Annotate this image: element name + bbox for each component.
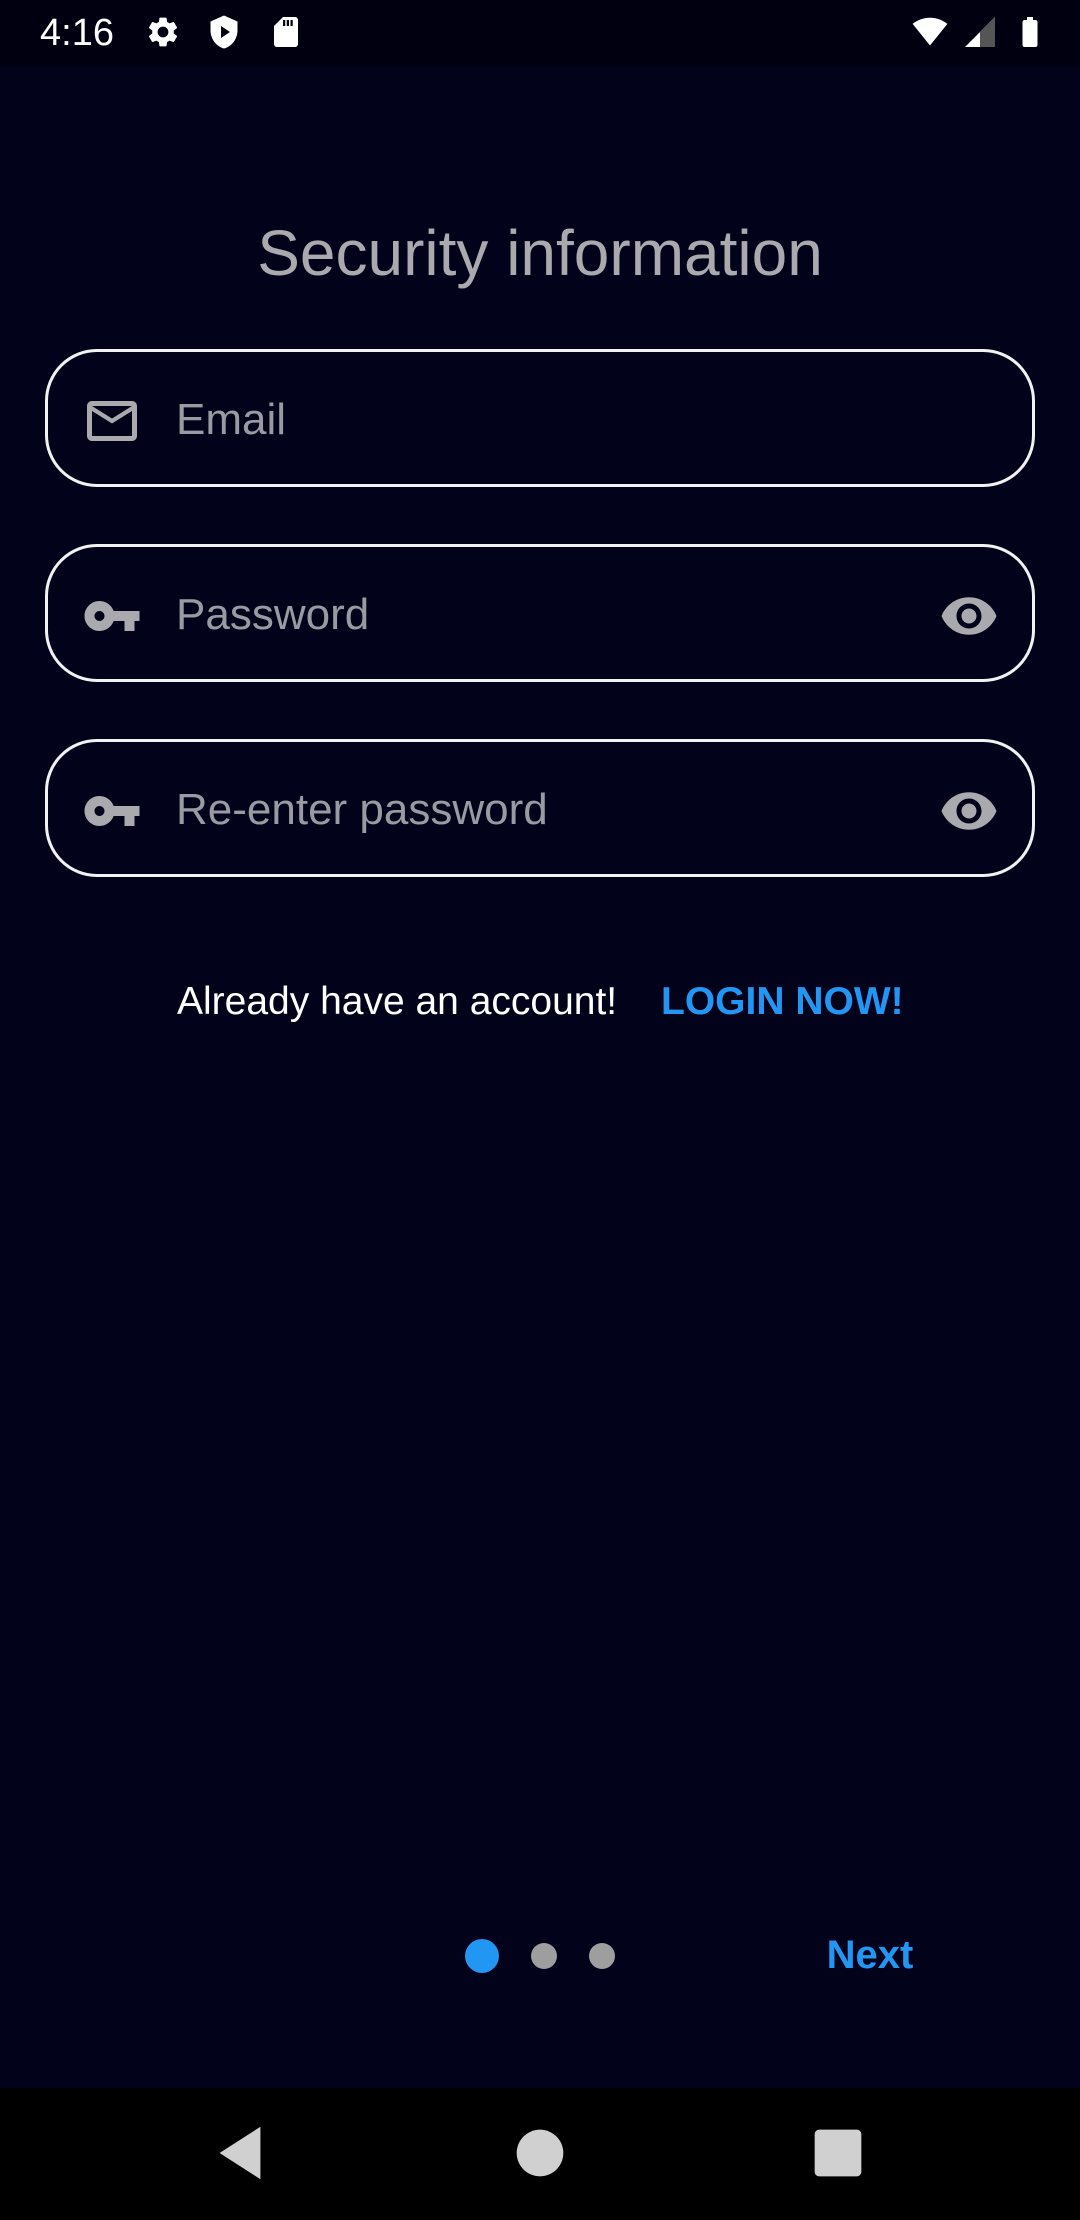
next-button[interactable]: Next [810,1925,930,1985]
wifi-icon [912,17,948,46]
show-password-eye-icon[interactable] [938,586,1000,646]
page-indicator-dot [589,1943,615,1969]
status-time: 4:16 [40,12,114,54]
email-input[interactable] [176,390,916,450]
email-field[interactable] [45,349,1035,487]
back-icon[interactable] [205,2118,275,2188]
settings-icon [148,17,178,47]
shield-play-icon [210,15,238,49]
confirm-password-field[interactable] [45,739,1035,877]
status-bar: 4:16 [0,0,1080,66]
battery-icon [1022,17,1038,47]
page-indicator-dot [531,1943,557,1969]
already-have-account-text: Already have an account! [177,980,618,1023]
page-indicator-dot-active [465,1939,499,1973]
show-confirm-password-eye-icon[interactable] [938,781,1000,841]
mail-icon [87,401,137,441]
signal-icon [965,17,995,47]
confirm-password-input[interactable] [176,780,916,840]
sd-card-icon [274,17,298,47]
page-title: Security information [257,217,823,289]
login-prompt: Already have an account! LOGIN NOW! [0,972,1080,1032]
navigation-bar [0,2088,1080,2220]
key-icon [84,601,140,631]
password-field[interactable] [45,544,1035,682]
key-icon [84,796,140,826]
home-icon[interactable] [505,2118,575,2188]
password-input[interactable] [176,585,916,645]
login-now-link[interactable]: LOGIN NOW! [661,972,904,1032]
recents-icon[interactable] [803,2118,873,2188]
